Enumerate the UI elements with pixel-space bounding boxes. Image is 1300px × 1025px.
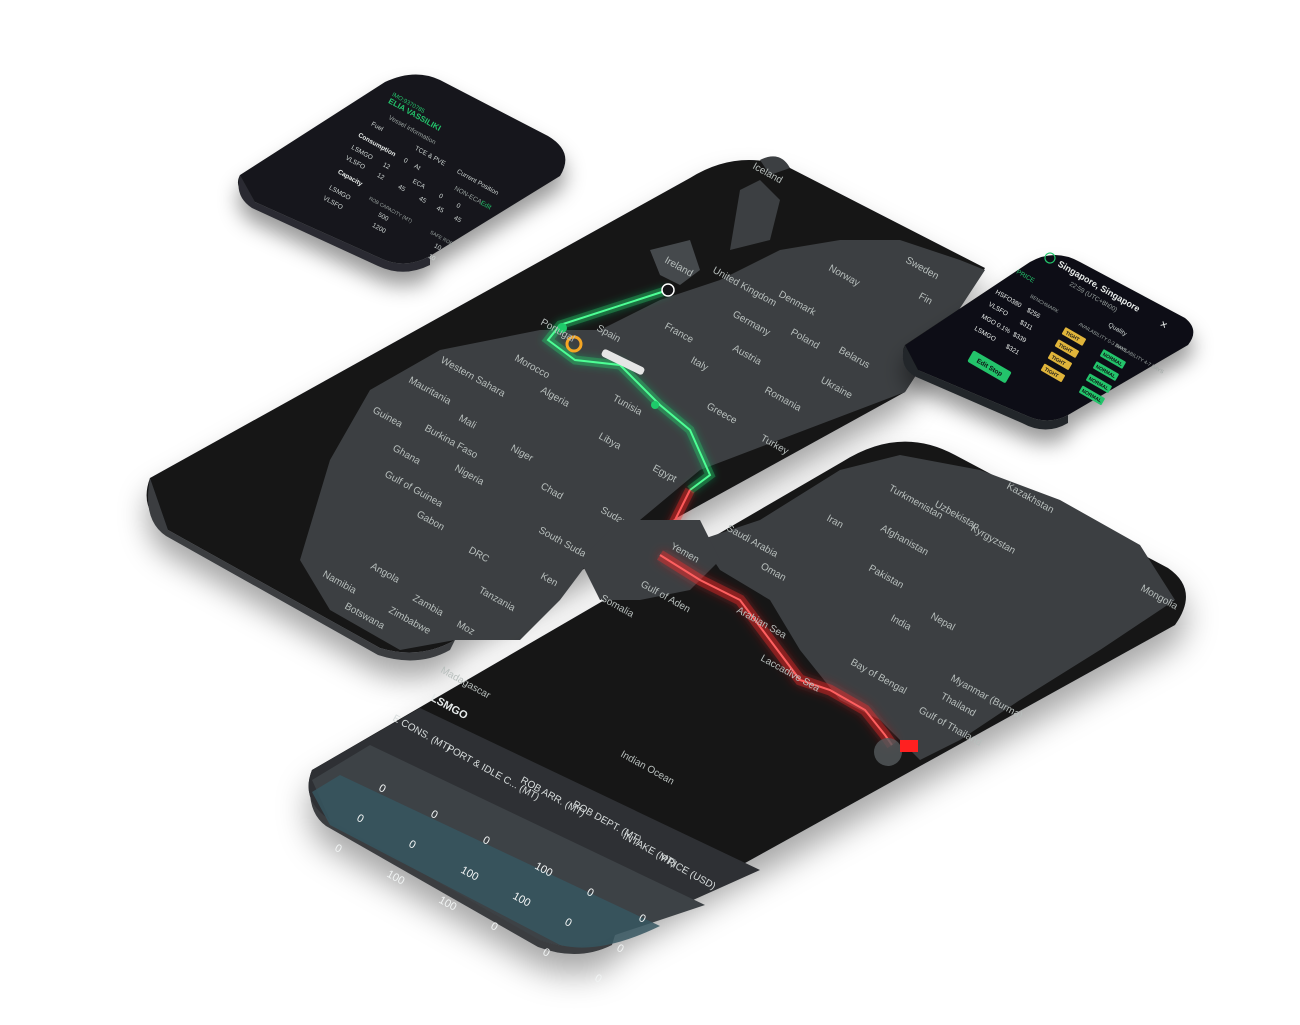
- port-info-card: Singapore, Singapore 22:59 (UTC+8h00) ✕ …: [902, 252, 1194, 430]
